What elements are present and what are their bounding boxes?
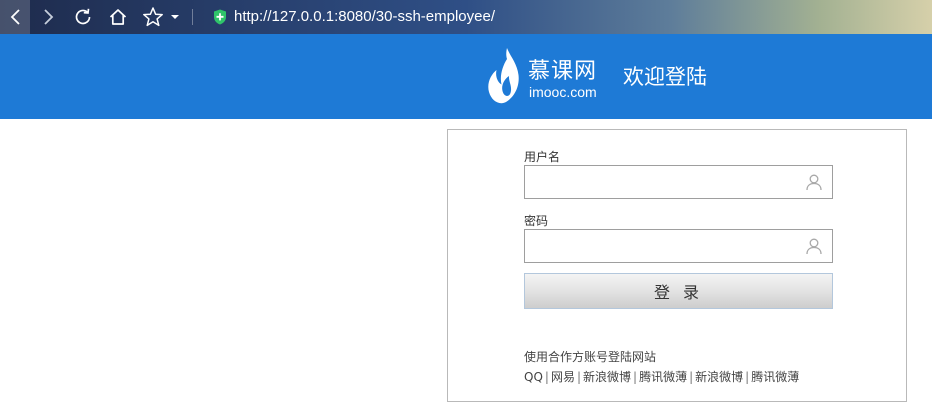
back-icon <box>10 9 20 25</box>
username-input[interactable] <box>525 166 795 198</box>
link-separator: | <box>689 370 694 384</box>
sina-weibo-login-link-2[interactable]: 新浪微博 <box>695 370 743 384</box>
username-field-box <box>524 165 833 199</box>
user-icon <box>806 174 822 191</box>
password-input[interactable] <box>525 230 795 262</box>
toolbar-divider <box>192 9 193 25</box>
address-bar[interactable]: http://127.0.0.1:8080/30-ssh-employee/ <box>234 7 495 27</box>
dropdown-arrow-icon <box>171 15 179 19</box>
shield-icon <box>214 9 226 25</box>
reload-icon <box>75 8 91 25</box>
link-separator: | <box>576 370 581 384</box>
star-icon <box>143 7 163 27</box>
qq-login-link[interactable]: QQ <box>524 370 543 384</box>
bookmark-button[interactable] <box>140 0 166 34</box>
password-field-box <box>524 229 833 263</box>
link-separator: | <box>544 370 549 384</box>
reload-button[interactable] <box>70 0 96 34</box>
link-separator: | <box>745 370 750 384</box>
logo-text-en: imooc.com <box>529 84 597 100</box>
flame-logo-icon <box>488 48 519 104</box>
login-panel: 用户名 密码 登 录 使用合作方账号登陆网站 QQ | 网易 | 新浪微博 | … <box>447 129 907 402</box>
forward-icon <box>44 9 54 25</box>
home-icon <box>109 9 127 25</box>
password-label: 密码 <box>524 214 549 228</box>
third-party-login-links: QQ | 网易 | 新浪微博 | 腾讯微薄 | 新浪微博 | 腾讯微薄 <box>524 370 799 384</box>
third-party-login-title: 使用合作方账号登陆网站 <box>524 350 657 364</box>
logo-text-cn: 慕课网 <box>528 59 598 84</box>
browser-toolbar: http://127.0.0.1:8080/30-ssh-employee/ <box>0 0 932 34</box>
site-header: 慕课网 imooc.com 欢迎登陆 <box>0 34 932 119</box>
netease-login-link[interactable]: 网易 <box>551 370 575 384</box>
login-button[interactable]: 登 录 <box>524 273 833 309</box>
tencent-weibo-login-link[interactable]: 腾讯微薄 <box>639 370 687 384</box>
forward-button[interactable] <box>36 0 62 34</box>
back-button[interactable] <box>0 0 30 34</box>
page-title: 欢迎登陆 <box>623 65 707 89</box>
tencent-weibo-login-link-2[interactable]: 腾讯微薄 <box>751 370 799 384</box>
user-icon <box>806 238 822 255</box>
bookmark-dropdown[interactable] <box>168 0 182 34</box>
link-separator: | <box>633 370 638 384</box>
sina-weibo-login-link[interactable]: 新浪微博 <box>583 370 631 384</box>
home-button[interactable] <box>105 0 131 34</box>
username-label: 用户名 <box>524 150 561 164</box>
